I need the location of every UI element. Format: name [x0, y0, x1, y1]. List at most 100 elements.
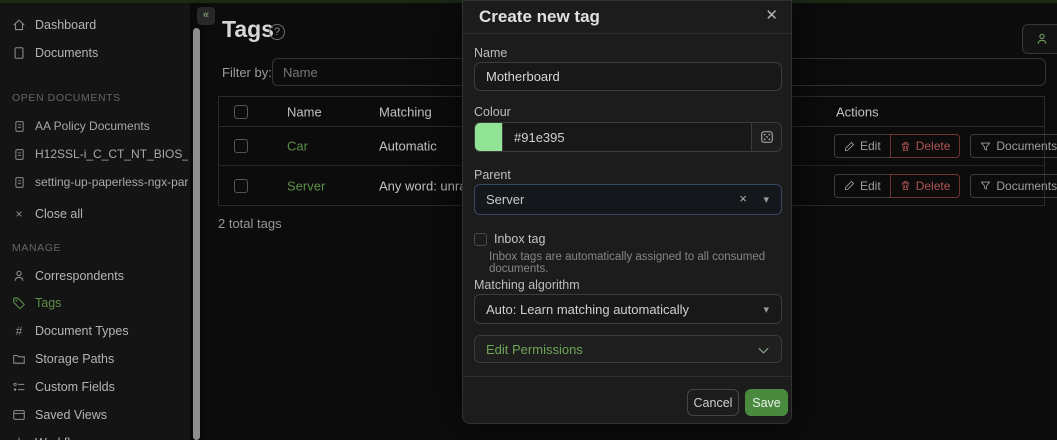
close-all-label: Close all: [35, 207, 83, 221]
funnel-icon: [980, 180, 991, 191]
open-document-item[interactable]: setting-up-paperless-ngx-part-one: [12, 171, 188, 193]
permissions-button[interactable]: Permissions: [1022, 24, 1057, 54]
edit-button-label: Edit: [860, 179, 881, 193]
sidebar-item-label: Saved Views: [35, 408, 107, 422]
matching-algorithm-label: Matching algorithm: [474, 278, 580, 292]
file-icon: [12, 46, 26, 60]
sidebar-scrollbar-thumb[interactable]: [193, 28, 200, 440]
random-colour-button[interactable]: [752, 122, 782, 152]
file-text-icon: [12, 147, 26, 161]
file-text-icon: [12, 175, 26, 189]
sidebar: Dashboard Documents OPEN DOCUMENTS AA Po…: [0, 3, 190, 440]
documents-button-label: Documents: [996, 179, 1057, 193]
window-icon: [12, 408, 26, 422]
open-document-label: setting-up-paperless-ngx-part-one: [35, 175, 188, 189]
sidebar-item-label: Correspondents: [35, 269, 124, 283]
sidebar-item-documents[interactable]: Documents: [12, 42, 188, 64]
colour-swatch[interactable]: [474, 122, 502, 152]
edit-button[interactable]: Edit: [834, 174, 890, 198]
edit-permissions-label: Edit Permissions: [486, 342, 583, 357]
sidebar-item-storage-paths[interactable]: Storage Paths: [12, 348, 188, 370]
pencil-icon: [844, 180, 855, 191]
row-checkbox[interactable]: [234, 139, 248, 153]
home-icon: [12, 18, 26, 32]
colour-input-group: #91e395: [474, 122, 782, 152]
file-text-icon: [12, 119, 26, 133]
tag-matching-value: Automatic: [379, 139, 437, 154]
edit-permissions-accordion[interactable]: Edit Permissions: [474, 335, 782, 363]
close-all-button[interactable]: × Close all: [12, 203, 188, 225]
modal-title: Create new tag: [479, 7, 600, 27]
delete-button[interactable]: Delete: [890, 134, 961, 158]
tag-name-input[interactable]: [474, 62, 782, 91]
parent-label: Parent: [474, 168, 511, 182]
column-header-actions: Actions: [836, 104, 879, 119]
open-document-item[interactable]: H12SSL-i_C_CT_NT_BIOS_3.3_rele...: [12, 143, 188, 165]
modal-header: Create new tag ✕: [463, 1, 791, 34]
sidebar-item-correspondents[interactable]: Correspondents: [12, 265, 188, 287]
edit-button[interactable]: Edit: [834, 134, 890, 158]
tags-icon: [12, 296, 26, 310]
colour-label: Colour: [474, 105, 511, 119]
chevron-down-icon[interactable]: ▾: [763, 193, 769, 206]
sidebar-item-label: Tags: [35, 296, 61, 310]
sidebar-item-workflows[interactable]: Workflows: [12, 432, 188, 440]
sidebar-item-dashboard[interactable]: Dashboard: [12, 14, 188, 36]
filter-by-label: Filter by:: [222, 65, 272, 80]
page-title: Tags: [222, 16, 274, 43]
edit-button-label: Edit: [860, 139, 881, 153]
documents-filter-button[interactable]: Documents 1: [970, 134, 1057, 158]
manage-header: MANAGE: [12, 242, 61, 256]
clear-icon[interactable]: ×: [739, 191, 747, 206]
sidebar-item-tags[interactable]: Tags: [12, 292, 188, 314]
person-icon: [12, 269, 26, 283]
dice-icon: [760, 130, 774, 144]
column-header-matching: Matching: [379, 104, 432, 119]
sidebar-item-label: Document Types: [35, 324, 129, 338]
row-checkbox[interactable]: [234, 179, 248, 193]
pencil-icon: [844, 141, 855, 152]
name-label: Name: [474, 46, 507, 60]
documents-filter-button[interactable]: Documents 3: [970, 174, 1057, 198]
inbox-tag-hint: Inbox tags are automatically assigned to…: [489, 251, 784, 275]
close-icon: ×: [12, 207, 26, 221]
chevron-down-icon: [756, 343, 771, 358]
sidebar-item-label: Storage Paths: [35, 352, 114, 366]
trash-icon: [900, 141, 911, 152]
tag-name-link[interactable]: Server: [287, 178, 325, 193]
tag-name-link[interactable]: Car: [287, 139, 308, 154]
column-header-name: Name: [287, 104, 322, 119]
cancel-button[interactable]: Cancel: [687, 389, 739, 416]
chevron-down-icon: ▾: [763, 303, 769, 316]
documents-button-label: Documents: [996, 139, 1057, 153]
sidebar-item-label: Dashboard: [35, 18, 96, 32]
matching-algorithm-select[interactable]: Auto: Learn matching automatically ▾: [474, 294, 782, 324]
sidebar-item-label: Workflows: [35, 436, 92, 440]
folder-icon: [12, 352, 26, 366]
open-document-label: AA Policy Documents: [35, 119, 150, 133]
sidebar-item-label: Custom Fields: [35, 380, 115, 394]
sidebar-item-label: Documents: [35, 46, 98, 60]
open-document-item[interactable]: AA Policy Documents: [12, 115, 188, 137]
colour-value-input[interactable]: #91e395: [502, 122, 752, 152]
delete-button[interactable]: Delete: [890, 174, 961, 198]
matching-algorithm-value: Auto: Learn matching automatically: [486, 302, 689, 317]
sidebar-item-custom-fields[interactable]: Custom Fields: [12, 376, 188, 398]
sidebar-collapse-button[interactable]: «: [197, 7, 215, 25]
inbox-tag-checkbox[interactable]: [474, 233, 487, 246]
parent-select[interactable]: Server × ▾: [474, 184, 782, 215]
open-documents-header: OPEN DOCUMENTS: [12, 92, 121, 106]
sidebar-scrollbar-track[interactable]: [190, 0, 206, 440]
open-document-label: H12SSL-i_C_CT_NT_BIOS_3.3_rele...: [35, 147, 188, 161]
sidebar-item-document-types[interactable]: # Document Types: [12, 320, 188, 342]
close-icon[interactable]: ✕: [765, 6, 778, 24]
save-button[interactable]: Save: [745, 389, 788, 416]
person-icon: [1035, 32, 1049, 46]
total-tags-summary: 2 total tags: [218, 216, 282, 231]
help-icon[interactable]: ?: [269, 24, 285, 40]
hash-icon: #: [12, 324, 26, 338]
modal-footer: Cancel Save: [463, 376, 791, 424]
trash-icon: [900, 180, 911, 191]
select-all-checkbox[interactable]: [234, 105, 248, 119]
sidebar-item-saved-views[interactable]: Saved Views: [12, 404, 188, 426]
